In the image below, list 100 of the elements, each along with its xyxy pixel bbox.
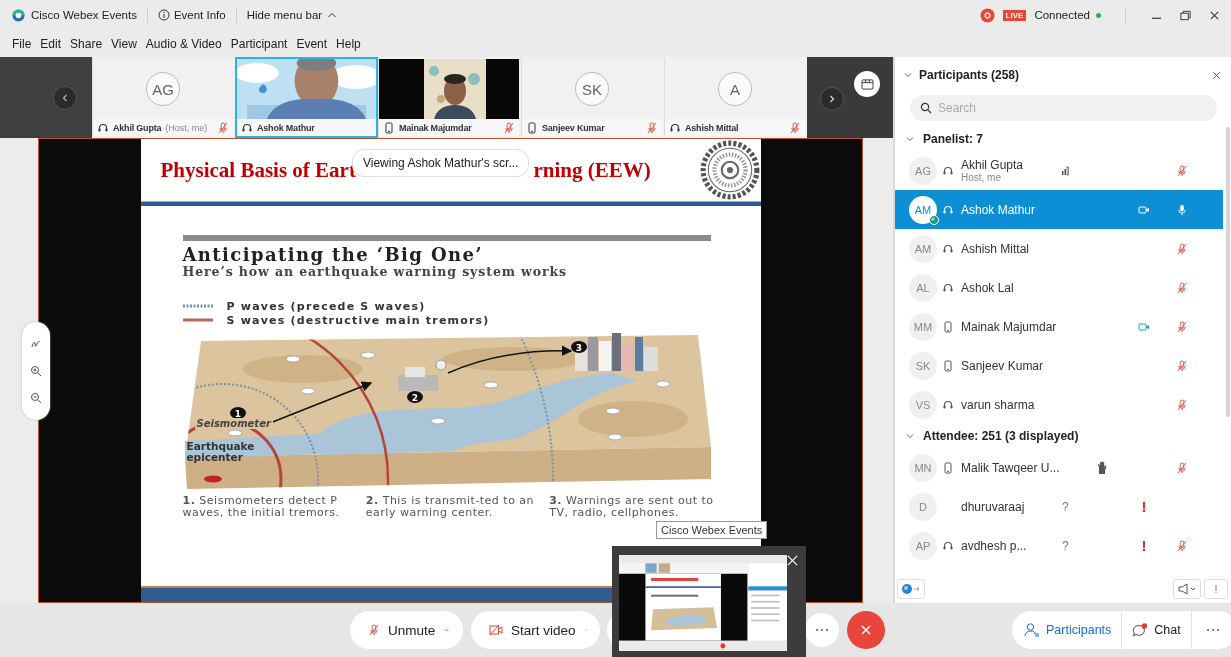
zoom-out-icon[interactable] — [30, 392, 42, 405]
hide-menu-bar-button[interactable]: Hide menu bar — [246, 9, 339, 21]
avatar: AP — [909, 531, 937, 560]
menu-item[interactable]: Help — [336, 36, 361, 51]
step-caption: 3. Warnings are sent out to TV, radio, cellphones. — [549, 495, 715, 519]
menu-item[interactable]: Event — [296, 36, 328, 51]
avatar: AG — [909, 156, 937, 185]
participant-row[interactable]: AL Ashok Lal — [895, 268, 1223, 307]
infographic-subheading: Here’s how an earthquake warning system works — [182, 265, 568, 279]
mic-icon[interactable] — [1176, 203, 1188, 216]
chevron-icon[interactable] — [905, 134, 915, 144]
participant-name: avdhesh p... — [961, 538, 1028, 553]
alert-button[interactable] — [1204, 579, 1228, 599]
app-tooltip: Cisco Webex Events — [656, 521, 768, 539]
video-tile[interactable]: Mainak Majumdar — [378, 57, 521, 138]
participant-row[interactable]: MM Mainak Majumdar — [895, 307, 1223, 346]
menu-item[interactable]: File — [12, 36, 32, 51]
more-button[interactable] — [805, 613, 840, 647]
scrollbar[interactable] — [1226, 127, 1230, 417]
unmute-button[interactable]: Unmute — [350, 611, 463, 649]
muted-mic-icon[interactable] — [1176, 359, 1188, 372]
participant-row[interactable]: AG Akhil Gupta Host, me — [895, 151, 1223, 190]
close-icon — [860, 624, 873, 636]
menu-item[interactable]: Edit — [40, 36, 62, 51]
restore-icon[interactable] — [1179, 8, 1192, 22]
muted-mic-icon[interactable] — [1176, 164, 1188, 177]
video-tile[interactable]: AG Akhil Gupta (Host, me) — [92, 57, 235, 138]
participant-row[interactable]: AM Ashish Mittal — [895, 229, 1223, 268]
app-name: Cisco Webex Events — [31, 9, 137, 21]
next-button[interactable] — [820, 87, 844, 111]
more-icon — [1205, 628, 1220, 632]
chat-button[interactable]: Chat — [1122, 611, 1192, 649]
seismometer-icon — [430, 417, 445, 425]
previous-button[interactable] — [53, 85, 77, 110]
muted-mic-icon[interactable] — [1176, 539, 1188, 552]
exclamation-icon — [1213, 583, 1219, 595]
video-camera-icon[interactable] — [1138, 320, 1150, 333]
question-mark: ? — [1061, 499, 1069, 514]
muted-mic-icon[interactable] — [1176, 461, 1188, 474]
avatar: A — [718, 72, 752, 106]
muted-mic-icon[interactable] — [1176, 398, 1188, 411]
participant-row[interactable]: AM Ashok Mathur — [895, 190, 1223, 229]
seismometer-icon — [605, 407, 620, 415]
participant-name: Ashok Mathur — [257, 122, 315, 133]
participant-row[interactable]: AP avdhesh p... ? ! — [895, 526, 1223, 565]
participant-row[interactable]: SK Sanjeev Kumar — [895, 346, 1223, 385]
chevron-icon[interactable] — [905, 431, 915, 441]
muted-mic-icon[interactable] — [646, 121, 658, 134]
seismometer-icon — [607, 433, 622, 441]
muted-mic-icon[interactable] — [1176, 242, 1188, 255]
presenter-button[interactable] — [897, 579, 925, 599]
event-info-button[interactable]: Event Info — [157, 9, 226, 21]
slide-title: rning (EEW) — [533, 157, 651, 183]
announce-button[interactable] — [1173, 579, 1201, 599]
globe-arrow-icon — [901, 583, 921, 595]
panel-title: Participants (258) — [919, 68, 1020, 82]
step-caption: 1. Seismometers detect P waves, the initial tremors. — [182, 495, 341, 519]
start-video-button[interactable]: Start video — [471, 611, 600, 649]
warning-center-drawing — [397, 359, 446, 391]
live-badge: LIVE — [1002, 9, 1027, 21]
status-dot — [1096, 12, 1101, 18]
search-field[interactable]: Search — [910, 95, 1217, 121]
participant-row[interactable]: D dhuruvaraaj ? ! — [895, 487, 1223, 526]
layout-button[interactable] — [854, 71, 880, 97]
chevron-right-icon — [827, 94, 837, 104]
muted-mic-icon[interactable] — [503, 121, 515, 134]
map-label: Seismometer — [194, 418, 273, 429]
video-tile[interactable]: Ashok Mathur — [235, 57, 378, 138]
participant-row[interactable]: VS varun sharma — [895, 385, 1223, 424]
participant-name: Mainak Majumdar — [399, 122, 472, 133]
video-tile[interactable]: SK Sanjeev Kumar — [521, 57, 664, 138]
muted-mic-icon[interactable] — [368, 624, 380, 636]
close-icon[interactable] — [786, 554, 799, 567]
muted-mic-icon[interactable] — [217, 121, 229, 134]
muted-mic-icon[interactable] — [1176, 281, 1188, 294]
seismometer-icon — [483, 381, 498, 389]
video-tile[interactable]: A Ashish Mittal — [664, 57, 807, 138]
search-icon — [920, 102, 932, 114]
avatar: MM — [909, 312, 937, 341]
zoom-in-icon[interactable] — [30, 365, 42, 377]
question-mark: ? — [1061, 538, 1069, 553]
participant-name: varun sharma — [961, 397, 1036, 412]
menu-item[interactable]: Share — [70, 36, 103, 51]
participants-icon — [1024, 622, 1040, 638]
muted-mic-icon[interactable] — [789, 121, 801, 134]
participants-button[interactable]: Participants — [1012, 611, 1123, 649]
video-camera-icon[interactable] — [1138, 203, 1150, 216]
menu-item[interactable]: Participant — [230, 36, 288, 51]
participant-row[interactable]: MN Malik Tawqeer U... — [895, 448, 1223, 487]
seismometer-icon — [285, 355, 300, 363]
menu-item[interactable]: Audio & Video — [145, 36, 222, 51]
webex-logo-icon — [12, 8, 25, 22]
muted-mic-icon[interactable] — [1176, 320, 1188, 333]
infographic-heading: Anticipating the ‘Big One’ — [182, 245, 485, 265]
menu-item[interactable]: View — [111, 36, 137, 51]
emblem-icon — [698, 139, 761, 201]
chevron-icon[interactable] — [903, 70, 913, 80]
end-call-button[interactable] — [847, 611, 885, 649]
step-marker: 3 — [570, 341, 587, 353]
participant-name: Ashok Lal — [961, 280, 1015, 295]
